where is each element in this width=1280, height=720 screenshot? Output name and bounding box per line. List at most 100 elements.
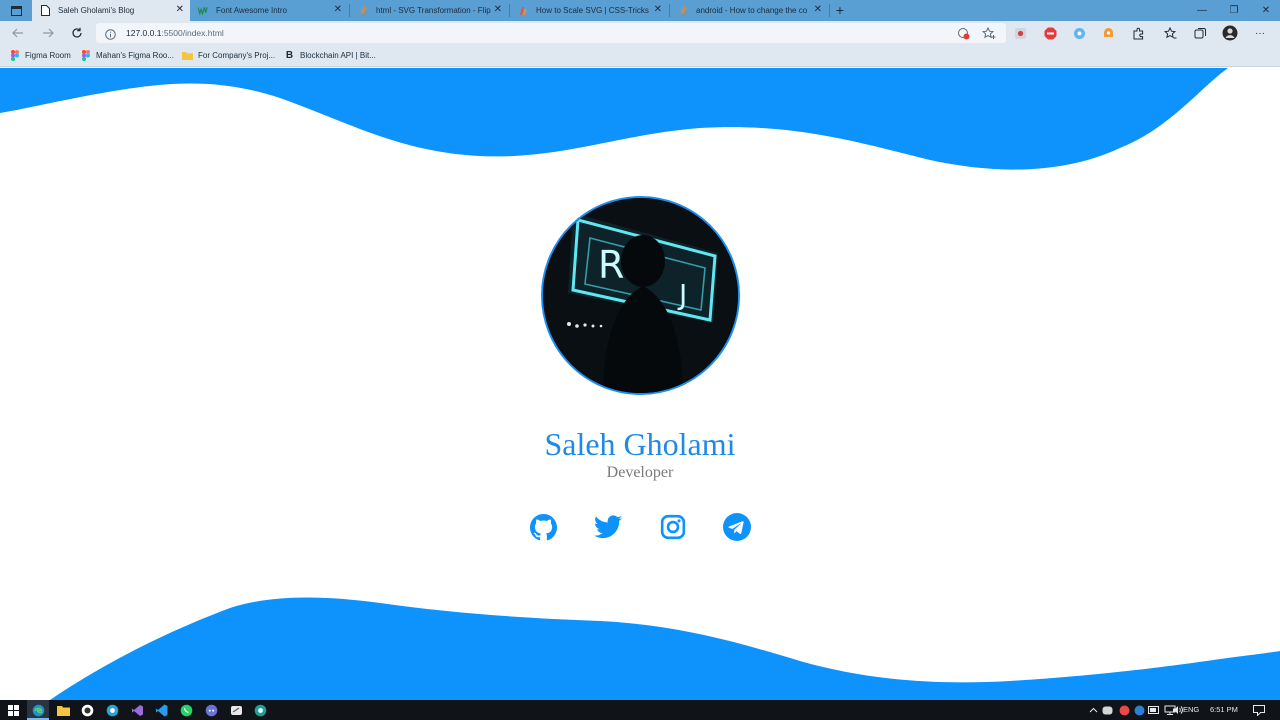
css-tricks-icon xyxy=(518,6,528,16)
system-clock[interactable]: 6:51 PM xyxy=(1210,705,1238,714)
tracking-prevention-icon[interactable] xyxy=(956,26,970,40)
bookmark-mahans-figma-room[interactable]: Mahan's Figma Roo... xyxy=(80,50,174,61)
tab-divider xyxy=(349,4,350,17)
windows-taskbar: ENG 6:51 PM xyxy=(0,700,1280,720)
settings-menu-button[interactable]: ··· xyxy=(1252,25,1268,41)
tab-title: How to Scale SVG | CSS-Tricks xyxy=(536,6,649,15)
tab-saleh-gholami-blog[interactable]: Saleh Gholami's Blog ✕ xyxy=(32,0,190,21)
tab-how-to-scale-svg[interactable]: How to Scale SVG | CSS-Tricks ✕ xyxy=(510,0,668,21)
new-tab-button[interactable]: + xyxy=(832,2,848,18)
tab-svg-transformation[interactable]: html - SVG Transformation - Flip ✕ xyxy=(350,0,508,21)
address-bar[interactable]: 127.0.0.1:5500/index.html xyxy=(96,23,1006,43)
close-window-button[interactable]: ✕ xyxy=(1250,0,1280,21)
bitcoin-b-icon: B xyxy=(285,50,294,61)
info-icon[interactable] xyxy=(105,27,116,45)
favorites-icon[interactable] xyxy=(1162,25,1178,41)
figma-icon xyxy=(80,50,91,61)
instagram-icon xyxy=(660,514,686,540)
refresh-icon xyxy=(72,27,82,38)
minimize-button[interactable]: — xyxy=(1186,0,1218,21)
bookmark-blockchain-api[interactable]: B Blockchain API | Bit... xyxy=(284,50,376,61)
collections-icon[interactable] xyxy=(1192,25,1208,41)
bookmark-figma-room[interactable]: Figma Room xyxy=(9,50,71,61)
forward-button[interactable] xyxy=(40,25,56,41)
arrow-right-icon xyxy=(43,28,54,38)
notifications-icon[interactable] xyxy=(1252,703,1266,717)
tray-discord-icon[interactable] xyxy=(1100,703,1114,717)
tab-font-awesome-intro[interactable]: Font Awesome Intro ✕ xyxy=(190,0,348,21)
w3schools-icon xyxy=(198,6,208,16)
extension-orange-icon[interactable] xyxy=(1100,25,1116,41)
windows-start-icon[interactable] xyxy=(6,703,20,717)
bookmark-label: Figma Room xyxy=(25,51,71,60)
url-path: :5500/index.html xyxy=(161,28,224,38)
bookmark-label: For Company's Proj... xyxy=(198,51,276,60)
add-favorite-icon[interactable] xyxy=(982,26,996,40)
browser-toolbar: 127.0.0.1:5500/index.html ··· xyxy=(0,21,1280,45)
page-icon xyxy=(40,5,50,16)
svg-text:J: J xyxy=(677,278,687,311)
tab-close-icon[interactable]: ✕ xyxy=(814,4,822,15)
edge-icon[interactable] xyxy=(31,703,45,717)
bookmark-company-projects-folder[interactable]: For Company's Proj... xyxy=(182,50,275,61)
battery-icon[interactable] xyxy=(1147,703,1161,717)
profile-photo: R J xyxy=(541,196,740,395)
window-menu-icon xyxy=(10,5,22,16)
bookmarks-bar: Figma Room Mahan's Figma Roo... For Comp… xyxy=(0,45,1280,67)
profile-name: Saleh Gholami xyxy=(544,426,736,462)
stackoverflow-icon xyxy=(678,5,688,16)
address-url: 127.0.0.1:5500/index.html xyxy=(126,28,224,38)
tab-divider xyxy=(669,4,670,17)
obs-icon[interactable] xyxy=(80,703,94,717)
refresh-button[interactable] xyxy=(69,25,85,41)
chevron-up-icon[interactable] xyxy=(1086,703,1100,717)
extensions-puzzle-icon[interactable] xyxy=(1130,25,1146,41)
notes-app-icon[interactable] xyxy=(229,703,243,717)
tab-divider xyxy=(829,4,830,17)
discord-icon[interactable] xyxy=(204,703,218,717)
vscode-icon[interactable] xyxy=(154,703,168,717)
tab-title: html - SVG Transformation - Flip xyxy=(376,6,491,15)
instagram-link[interactable] xyxy=(658,512,688,542)
tab-close-icon[interactable]: ✕ xyxy=(654,4,662,15)
telegram-icon xyxy=(723,513,751,541)
bottom-wave xyxy=(50,597,1280,700)
tab-strip: Saleh Gholami's Blog ✕ Font Awesome Intr… xyxy=(0,0,1280,21)
github-link[interactable] xyxy=(528,512,558,542)
whatsapp-icon[interactable] xyxy=(179,703,193,717)
profile-role: Developer xyxy=(606,464,674,481)
page-viewport: R J Saleh Gholami Developer xyxy=(0,68,1280,700)
arrow-left-icon xyxy=(12,28,23,38)
twitter-link[interactable] xyxy=(593,512,623,542)
github-icon xyxy=(529,513,557,540)
top-wave xyxy=(0,68,1228,170)
tab-close-icon[interactable]: ✕ xyxy=(334,4,342,15)
tab-title: android - How to change the co xyxy=(696,6,808,15)
bookmark-label: Mahan's Figma Roo... xyxy=(96,51,175,60)
tab-title: Font Awesome Intro xyxy=(216,6,287,15)
volume-icon[interactable] xyxy=(1170,703,1184,717)
edge-beta-icon[interactable] xyxy=(253,703,267,717)
profile-avatar[interactable] xyxy=(1222,25,1238,41)
bookmark-label: Blockchain API | Bit... xyxy=(300,51,376,60)
tab-title: Saleh Gholami's Blog xyxy=(58,6,135,15)
restore-button[interactable]: ❐ xyxy=(1218,0,1250,21)
extension-blue-icon[interactable] xyxy=(1071,25,1087,41)
telegram-link[interactable] xyxy=(722,512,752,542)
edge-dev-icon[interactable] xyxy=(105,703,119,717)
tab-android-change-color[interactable]: android - How to change the co ✕ xyxy=(670,0,828,21)
tray-red-app-icon[interactable] xyxy=(1117,703,1131,717)
tray-blue-app-icon[interactable] xyxy=(1132,703,1146,717)
visual-studio-icon[interactable] xyxy=(130,703,144,717)
tab-close-icon[interactable]: ✕ xyxy=(494,4,502,15)
window-menu-button[interactable] xyxy=(0,0,32,21)
adblock-plus-icon[interactable] xyxy=(1042,25,1058,41)
extension-record-icon[interactable] xyxy=(1012,25,1028,41)
input-language[interactable]: ENG xyxy=(1183,705,1199,714)
folder-icon xyxy=(182,50,193,61)
figma-icon xyxy=(9,50,20,61)
tab-close-icon[interactable]: ✕ xyxy=(176,4,184,15)
back-button[interactable] xyxy=(10,25,26,41)
file-explorer-icon[interactable] xyxy=(56,703,70,717)
stackoverflow-icon xyxy=(358,5,368,16)
